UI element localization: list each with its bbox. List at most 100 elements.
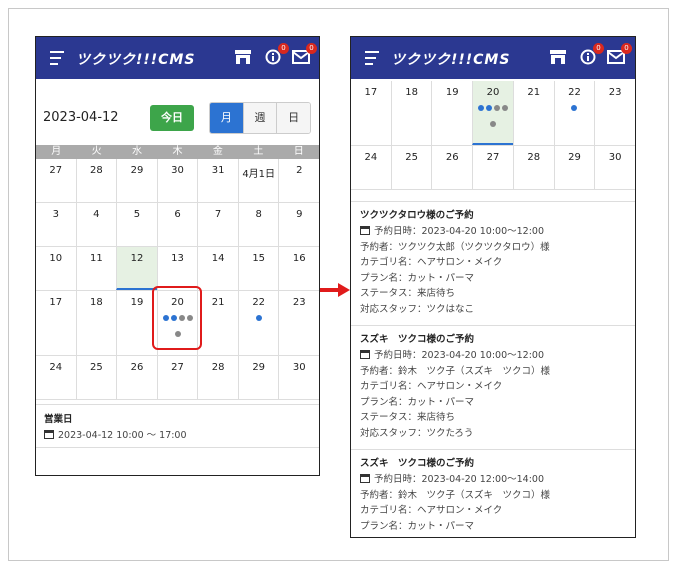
day-cell[interactable]: 30 — [278, 356, 319, 399]
day-cell[interactable]: 4月1日 — [237, 159, 279, 202]
menu-icon[interactable] — [50, 51, 64, 65]
divider — [351, 325, 635, 326]
reservation-card[interactable]: スズキ ツクコ様のご予約 予約日時：2023-04-20 10:00〜12:00… — [360, 331, 635, 442]
day-cell[interactable]: 24 — [351, 146, 391, 189]
today-button[interactable]: 今日 — [150, 105, 194, 131]
calendar-icon — [360, 350, 370, 359]
day-cell[interactable]: 16 — [278, 247, 319, 290]
reservation-detail: 予約者：鈴木 ツク子（スズキ ツクコ）様 — [360, 365, 551, 377]
day-cell[interactable]: 8 — [237, 203, 279, 246]
notification-badge: 0 — [278, 43, 289, 54]
day-cell[interactable]: 25 — [75, 356, 117, 399]
selected-day-cell[interactable]: 12 — [116, 247, 157, 290]
day-cell[interactable]: 7 — [197, 203, 238, 246]
day-cell[interactable]: 18 — [390, 81, 432, 145]
highlight-box — [152, 286, 202, 350]
selected-day-cell[interactable]: 20 — [472, 81, 513, 145]
day-cell[interactable]: 23 — [594, 81, 635, 145]
day-cell-22[interactable]: 22 — [237, 291, 279, 355]
view-week-button[interactable]: 週 — [242, 103, 277, 133]
event-dot-blue — [255, 315, 262, 321]
event-dots — [555, 105, 595, 113]
day-cell[interactable]: 21 — [197, 291, 238, 355]
day-cell[interactable]: 25 — [390, 146, 432, 189]
month-grid-partial: 17 18 19 20 21 22 23 24 25 26 27 28 29 3… — [351, 81, 635, 190]
view-month-button[interactable]: 月 — [210, 103, 243, 133]
info-icon[interactable]: 0 — [264, 43, 289, 65]
day-cell[interactable]: 26 — [116, 356, 157, 399]
day-cell[interactable]: 4 — [75, 203, 117, 246]
reservation-list-screen: ツクツク!!!CMS 0 0 17 18 19 20 21 22 23 24 2… — [350, 36, 636, 538]
business-time: 2023-04-12 10:00 〜 17:00 — [58, 430, 187, 441]
arrow-right-icon — [320, 283, 350, 297]
store-icon[interactable] — [549, 49, 567, 65]
divider — [36, 404, 319, 405]
day-cell[interactable]: 2 — [278, 159, 319, 202]
day-cell[interactable]: 17 — [36, 291, 76, 355]
event-dot-gray — [502, 105, 509, 111]
reservation-title: ツクツクタロウ様のご予約 — [360, 210, 474, 221]
day-cell[interactable]: 9 — [278, 203, 319, 246]
day-cell[interactable]: 30 — [156, 159, 198, 202]
store-icon[interactable] — [234, 49, 252, 65]
day-cell[interactable]: 17 — [351, 81, 391, 145]
info-icon[interactable]: 0 — [579, 43, 604, 65]
mail-icon[interactable]: 0 — [292, 43, 317, 65]
day-cell[interactable]: 26 — [431, 146, 472, 189]
day-cell[interactable]: 29 — [237, 356, 279, 399]
event-dot-blue — [478, 105, 485, 111]
reservation-title: スズキ ツクコ様のご予約 — [360, 334, 475, 345]
reservation-detail: カテゴリ名：ヘアサロン・メイク — [360, 381, 503, 393]
day-cell[interactable]: 11 — [75, 247, 117, 290]
day-cell[interactable]: 24 — [36, 356, 76, 399]
day-cell[interactable]: 14 — [197, 247, 238, 290]
day-cell[interactable]: 23 — [278, 291, 319, 355]
event-dot-blue — [571, 105, 578, 111]
business-title: 営業日 — [44, 414, 73, 425]
day-cell[interactable]: 21 — [512, 81, 554, 145]
day-cell[interactable]: 19 — [116, 291, 157, 355]
menu-icon[interactable] — [365, 51, 379, 65]
weekday-label: 日 — [293, 146, 304, 157]
weekday-label: 月 — [51, 146, 62, 157]
day-cell[interactable]: 19 — [431, 81, 472, 145]
event-dots — [239, 315, 279, 323]
reservation-detail: カテゴリ名：ヘアサロン・メイク — [360, 505, 503, 517]
weekday-label: 金 — [212, 146, 223, 157]
notification-badge: 0 — [593, 43, 604, 54]
app-header: ツクツク!!!CMS 0 0 — [351, 37, 635, 79]
day-cell[interactable]: 31 — [197, 159, 238, 202]
reservation-detail: プラン名：カット・パーマ — [360, 272, 475, 284]
divider — [36, 447, 319, 448]
reservation-card[interactable]: ツクツクタロウ様のご予約 予約日時：2023-04-20 10:00〜12:00… — [360, 207, 635, 318]
reservation-detail: ステータス：来店待ち — [360, 288, 456, 300]
day-cell[interactable]: 27 — [36, 159, 76, 202]
day-cell[interactable]: 28 — [512, 146, 554, 189]
event-dot-blue — [486, 105, 493, 111]
view-day-button[interactable]: 日 — [276, 103, 310, 133]
day-cell[interactable]: 28 — [75, 159, 117, 202]
day-cell[interactable]: 27 — [472, 146, 513, 189]
day-cell[interactable]: 10 — [36, 247, 76, 290]
day-cell[interactable]: 5 — [116, 203, 157, 246]
reservation-card[interactable]: スズキ ツクコ様のご予約 予約日時：2023-04-20 12:00〜14:00… — [360, 455, 635, 534]
app-logo: ツクツク!!!CMS — [391, 52, 511, 68]
reservation-detail: 予約者：鈴木 ツク子（スズキ ツクコ）様 — [360, 489, 551, 501]
day-cell[interactable]: 15 — [237, 247, 279, 290]
reservation-title: スズキ ツクコ様のご予約 — [360, 458, 475, 469]
calendar-month-screen: ツクツク!!!CMS 0 0 2023-04-12 今日 月 週 日 月 火 水… — [35, 36, 320, 476]
day-cell-22[interactable]: 22 — [553, 81, 595, 145]
day-cell[interactable]: 13 — [156, 247, 198, 290]
day-cell[interactable]: 29 — [553, 146, 595, 189]
day-cell[interactable]: 18 — [75, 291, 117, 355]
day-cell[interactable]: 29 — [116, 159, 157, 202]
mail-icon[interactable]: 0 — [607, 43, 632, 65]
event-dot-gray — [490, 121, 497, 127]
weekday-label: 火 — [91, 146, 102, 157]
day-cell[interactable]: 6 — [156, 203, 198, 246]
day-cell[interactable]: 27 — [156, 356, 198, 399]
day-cell[interactable]: 28 — [197, 356, 238, 399]
day-cell[interactable]: 3 — [36, 203, 76, 246]
day-cell[interactable]: 30 — [594, 146, 635, 189]
reservation-detail: 対応スタッフ：ツクはなこ — [360, 303, 475, 315]
